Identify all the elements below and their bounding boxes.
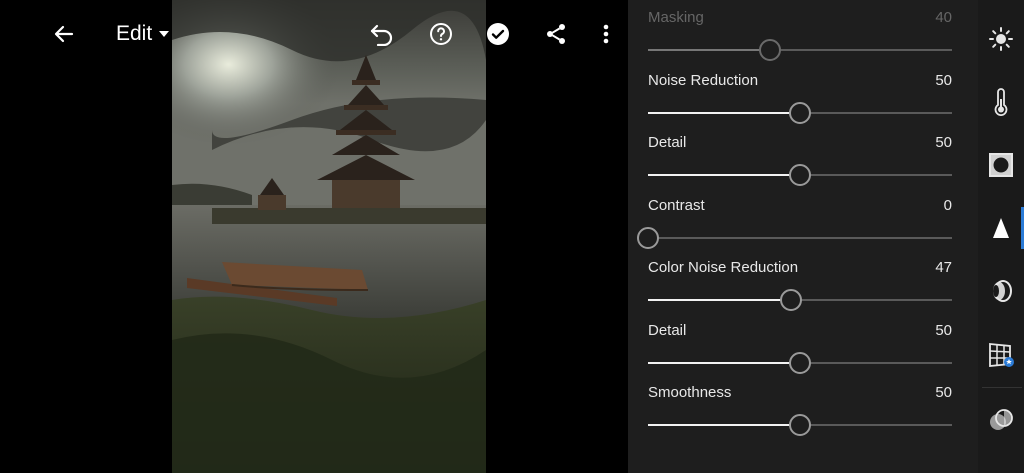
slider-row-luminance-detail: Detail 50	[648, 134, 952, 186]
done-button[interactable]	[482, 18, 514, 50]
slider-label: Detail	[648, 322, 687, 339]
slider-track[interactable]	[648, 414, 952, 436]
tool-light[interactable]	[978, 19, 1024, 59]
sidebar-divider	[982, 387, 1022, 388]
slider-track[interactable]	[648, 39, 952, 61]
more-vertical-icon	[603, 24, 609, 44]
tool-detail[interactable]	[978, 208, 1024, 248]
slider-value: 0	[943, 197, 952, 214]
slider-row-color-detail: Detail 50	[648, 322, 952, 374]
back-arrow-icon	[54, 25, 74, 43]
color-temperature-icon	[994, 88, 1008, 116]
slider-thumb[interactable]	[789, 164, 811, 186]
tool-geometry[interactable]	[978, 334, 1024, 374]
tool-optics[interactable]	[978, 271, 1024, 311]
detail-adjustments-panel: Masking 40 Noise Reduction 50 Detail 50 …	[628, 0, 978, 473]
back-button[interactable]	[48, 18, 80, 50]
help-button[interactable]	[425, 18, 457, 50]
slider-track[interactable]	[648, 289, 952, 311]
slider-track[interactable]	[648, 352, 952, 374]
share-icon	[547, 24, 565, 44]
slider-thumb[interactable]	[758, 39, 781, 61]
effects-vignette-icon	[989, 153, 1013, 177]
photo-preview[interactable]	[172, 0, 486, 473]
more-options-button[interactable]	[590, 18, 622, 50]
top-toolbar: Edit	[0, 0, 628, 68]
slider-value: 50	[935, 72, 952, 89]
detail-triangle-icon	[993, 218, 1009, 238]
slider-thumb[interactable]	[789, 352, 811, 374]
light-icon	[989, 27, 1013, 51]
slider-row-noise-reduction: Noise Reduction 50	[648, 72, 952, 124]
checkmark-icon	[487, 23, 509, 45]
dropdown-caret-icon	[159, 31, 170, 37]
slider-row-masking: Masking 40	[648, 9, 952, 61]
slider-thumb[interactable]	[637, 227, 659, 249]
slider-thumb[interactable]	[789, 414, 811, 436]
tool-sidebar	[978, 0, 1024, 473]
slider-value: 50	[935, 134, 952, 151]
slider-value: 50	[935, 384, 952, 401]
slider-thumb[interactable]	[789, 102, 811, 124]
presets-overlay-icon	[990, 409, 1013, 430]
slider-label: Smoothness	[648, 384, 732, 401]
slider-thumb[interactable]	[779, 289, 802, 311]
slider-label: Masking	[648, 9, 704, 26]
slider-row-contrast: Contrast 0	[637, 197, 952, 249]
tool-effects[interactable]	[978, 145, 1024, 185]
slider-row-smoothness: Smoothness 50	[648, 384, 952, 436]
slider-label: Contrast	[648, 197, 705, 214]
photo-image	[172, 0, 486, 473]
slider-value: 47	[935, 259, 952, 276]
undo-button[interactable]	[366, 18, 398, 50]
slider-track[interactable]	[648, 102, 952, 124]
tool-presets[interactable]	[978, 400, 1024, 440]
optics-lens-icon	[993, 280, 1012, 302]
geometry-grid-icon	[989, 343, 1014, 367]
undo-icon	[370, 24, 393, 46]
slider-value: 50	[935, 322, 952, 339]
slider-label: Detail	[648, 134, 687, 151]
slider-value: 40	[935, 9, 952, 26]
slider-track[interactable]	[637, 227, 952, 249]
share-button[interactable]	[540, 18, 572, 50]
tool-color[interactable]	[978, 82, 1024, 122]
photo-canvas-area: Edit	[0, 0, 628, 473]
slider-row-color-noise-reduction: Color Noise Reduction 47	[648, 259, 952, 311]
help-icon	[430, 23, 452, 45]
edit-mode-dropdown[interactable]: Edit	[116, 18, 170, 50]
slider-label: Noise Reduction	[648, 72, 759, 89]
slider-track[interactable]	[648, 164, 952, 186]
edit-mode-label: Edit	[116, 22, 153, 45]
slider-label: Color Noise Reduction	[648, 259, 799, 276]
